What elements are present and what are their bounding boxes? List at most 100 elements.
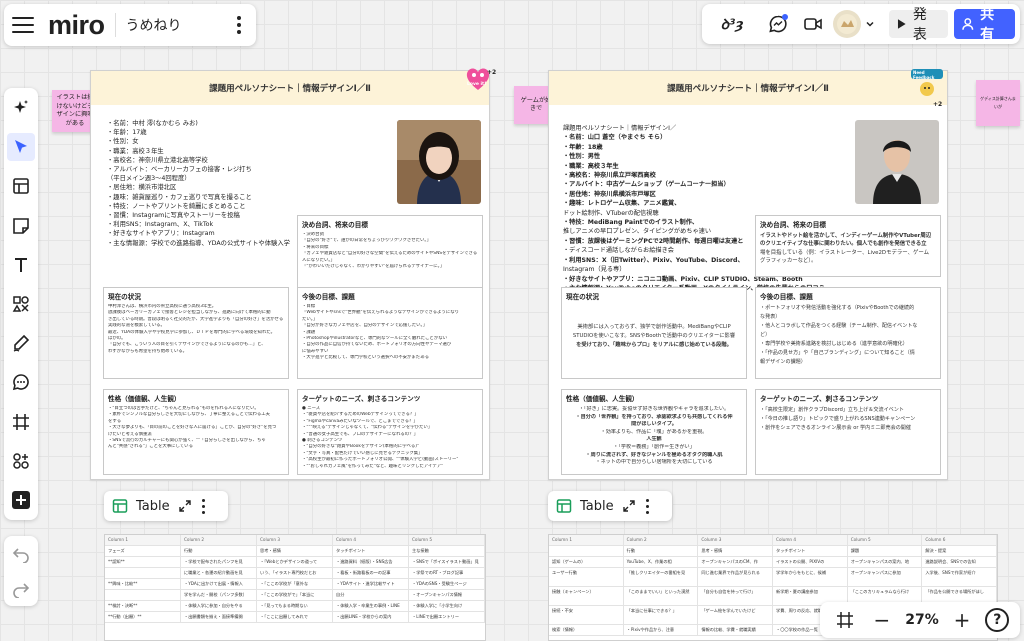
table-cell[interactable]: ユーザー行動 [549, 568, 624, 586]
persona-sheet-1-quote-box[interactable]: 決め台詞、将来の目標 ・決め台詞 「自分の"好き"で、誰かの日常をちょっぴりワク… [297, 215, 483, 289]
table-cell[interactable]: ・出願書類を揃え・面接準備開 [181, 612, 257, 622]
table-cell[interactable]: YouTube、X、作業の相 [624, 557, 699, 567]
table-cell[interactable]: 思考・感情 [698, 546, 774, 556]
zoom-level[interactable]: 27% [905, 612, 939, 628]
table-cell[interactable]: ・YDAのSNS・受験生ページ [409, 579, 485, 589]
table-cell[interactable]: **検討・決断** [105, 601, 181, 611]
table-cell[interactable]: ・「見ってもまる時期ない [257, 601, 333, 611]
table-cell[interactable]: イラストの公開、PIXIVの [773, 557, 848, 567]
apps-tool[interactable] [7, 447, 35, 475]
shapes-tool[interactable] [7, 290, 35, 318]
sticky-note-tool[interactable] [7, 212, 35, 240]
table-cell[interactable]: ・体験入学・卒業生の事例・LINE [333, 601, 409, 611]
table-cell[interactable] [105, 590, 181, 600]
templates-tool[interactable] [7, 172, 35, 200]
persona-sheet-1[interactable]: 課題用ペルソナシート｜情報デザインⅠ／Ⅱ Love it! +2 ・名前：中村 … [90, 68, 496, 480]
more-tools-button[interactable] [7, 486, 35, 514]
comment-tool[interactable] [7, 368, 35, 396]
table-cell[interactable]: ・看板・街路看板の〜の記事 [333, 568, 409, 578]
table-cell[interactable]: 「このままでいい」といった漠然 [624, 587, 699, 605]
pen-tool[interactable] [7, 329, 35, 357]
chat-button[interactable] [763, 9, 792, 39]
table-cell[interactable]: 検索（情報） [549, 625, 624, 635]
redo-button[interactable] [7, 575, 35, 603]
table-cell[interactable]: 進路説明会、SNSでの告知 [922, 557, 997, 567]
table-cell[interactable]: 同じ進む業界で作品が見られる [698, 568, 774, 586]
table-cell[interactable]: **興味・比較** [105, 579, 181, 589]
table-cell[interactable]: ・体験入学に参加・自分をやる [181, 601, 257, 611]
table-cell[interactable] [549, 546, 624, 556]
table-cell[interactable]: いう、「イラスト専門校だとお [257, 568, 333, 578]
table-cell[interactable]: 思考・感情 [257, 546, 333, 556]
table-cell[interactable]: ・出願LINE・学校からの案内 [333, 612, 409, 622]
persona-sheet-2-status-box[interactable]: 現在の状況 美術部には入っておらず、独学で創作活動中。MediBangやCLIP… [561, 287, 747, 379]
table-toolbar-label[interactable]: Table [136, 499, 170, 514]
table-cell[interactable]: ・オープンキャンパス情報 [409, 590, 485, 600]
table-cell[interactable]: ・YDAに出かけて出展・情報入 [181, 579, 257, 589]
table-cell[interactable]: タッチポイント [333, 546, 409, 556]
table-cell[interactable]: 自分 [333, 590, 409, 600]
table-cell[interactable]: オープンキャンパスに参加 [848, 568, 923, 586]
table-cell[interactable]: ・進路資料（紙版）・SNS広告 [333, 557, 409, 567]
expand-icon[interactable] [178, 499, 192, 513]
table-cell[interactable]: ・SNSで「ボイスイラスト動画」見 [409, 557, 485, 567]
fit-to-screen-button[interactable] [831, 606, 859, 634]
persona-sheet-1-needs-box[interactable]: ターゲットのニーズ、刺さるコンテンツ ● ニーズ ・"雑貨や店を紹介するためのW… [297, 389, 483, 475]
main-menu-button[interactable] [12, 17, 34, 33]
table-cell[interactable]: 認知（ゲームの） [549, 557, 624, 567]
table-cell[interactable]: 接続・不安 [549, 606, 624, 624]
table-cell[interactable]: 「推しクリエイターの番組を見 [624, 568, 699, 586]
persona-sheet-2[interactable]: 課題用ペルソナシート｜情報デザインⅠ／Ⅱ Need Feedback +2 課題… [548, 69, 948, 480]
video-call-button[interactable] [798, 9, 827, 39]
undo-button[interactable] [7, 540, 35, 568]
table-cell[interactable]: ・体験入学に「小学生向け [409, 601, 485, 611]
zoom-out-button[interactable]: − [868, 606, 896, 634]
table-cell[interactable]: ・LINEで出願エントリー [409, 612, 485, 622]
select-tool[interactable] [7, 133, 35, 162]
table-cell[interactable]: オープンキャンパスのCM、作 [698, 557, 774, 567]
table-cell[interactable]: ・YDAサイト・進学比較サイト [333, 579, 409, 589]
table-cell[interactable]: 行動 [624, 546, 699, 556]
table-cell[interactable]: 入学後、SNSで作家が紹介 [922, 568, 997, 586]
table-cell[interactable]: フェーズ [105, 546, 181, 556]
text-tool[interactable] [7, 251, 35, 279]
table-cell[interactable]: 情報の比較、学費・就職実績 [698, 625, 774, 635]
table-cell[interactable]: 接触（キャンペーン） [549, 587, 624, 605]
table-cell[interactable]: 学学年からをもとに、候補 [773, 568, 848, 586]
table-cell[interactable]: オープンキャンパスの案内、地 [848, 557, 923, 567]
table-cell[interactable]: 課題 [848, 546, 923, 556]
persona-sheet-1-personality-box[interactable]: 性格（価値観、人生観） ・"目立つのは苦手だけど、"ちゃんと見られる"ものを作れ… [103, 389, 289, 475]
ai-assist-tool[interactable] [7, 94, 35, 122]
table-cell[interactable]: 行動 [181, 546, 257, 556]
sticky-note-right[interactable]: ゲディス計算さんまいが [976, 80, 1020, 126]
table-cell[interactable]: 学を学んだ・開校（パンフ多数） [181, 590, 257, 600]
table-cell[interactable]: ・「Webとかデザインの道って [257, 557, 333, 567]
table-options-button[interactable] [644, 498, 652, 514]
table-cell[interactable] [105, 568, 181, 578]
persona-sheet-2-personality-box[interactable]: 性格（価値観、人生観） ・「好き」に忠実。妥協せず好きな世界観やキャラを追求した… [561, 389, 747, 475]
persona-sheet-2-goal-box[interactable]: 今後の目標、課題 ・ポートフォリオや発信活動を強化する（PixivやBoothで… [755, 287, 941, 379]
persona-sheet-1-status-box[interactable]: 現在の状況 中村澪さんは、横浜市内の県立高校に通う高校3年生。 放課後はベーカリ… [103, 287, 289, 379]
persona-sheet-2-needs-box[interactable]: ターゲットのニーズ、刺さるコンテンツ ・「高校生限定」創作クラブDiscord」… [755, 389, 941, 475]
table-toolbar-label[interactable]: Table [580, 499, 614, 514]
reactions-button[interactable]: ꝺ³ȝ [707, 9, 757, 39]
journey-table-1[interactable]: Column 1 Column 2 Column 3 Column 4 Colu… [104, 534, 486, 641]
frame-tool[interactable] [7, 408, 35, 436]
table-cell[interactable]: ・「ここの学校が「意外な [257, 579, 333, 589]
table-cell[interactable]: ・学祭でのRT・ブログ記事 [409, 568, 485, 578]
persona-sheet-1-goal-box[interactable]: 今後の目標、課題 ・目標 「Webサイトやsnsで"世界観"を伝えられるようなデ… [297, 287, 483, 379]
help-button[interactable]: ? [985, 608, 1010, 632]
share-button[interactable]: 共有 [953, 7, 1016, 43]
table-cell[interactable]: タッチポイント [773, 546, 848, 556]
table-cell[interactable]: ・「ここの学校がで」「本当に [257, 590, 333, 600]
table-cell[interactable]: ・学校で配布されたパンフを見 [181, 557, 257, 567]
table-cell[interactable]: ・Pixivや作品から、注意 [624, 625, 699, 635]
board-options-button[interactable] [230, 16, 248, 34]
table-cell[interactable]: に職業と・各運の紹介動画を見 [181, 568, 257, 578]
present-button[interactable]: 発表 [889, 7, 948, 43]
persona-sheet-2-quote-box[interactable]: 決め台詞、将来の目標 イラストやドット絵を活かして、インディーゲーム制作やVTu… [755, 215, 941, 277]
table-cell[interactable]: 主な接触 [409, 546, 485, 556]
table-cell[interactable]: **行動（出願）** [105, 612, 181, 622]
expand-icon[interactable] [622, 499, 636, 513]
table-cell[interactable]: 「ゲーム絵を学んでいたけど [698, 606, 774, 624]
